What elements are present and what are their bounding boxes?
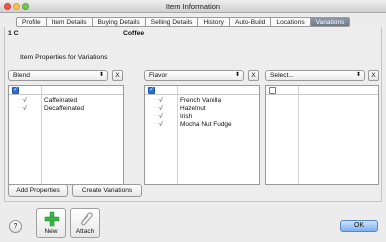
tab-selling-details[interactable]: Selling Details: [146, 18, 199, 26]
select-arrows-icon: ⬍: [355, 72, 361, 78]
property-select-2[interactable]: Flavor ⬍: [144, 70, 244, 81]
list-item[interactable]: √ Irish: [145, 113, 259, 121]
list-item[interactable]: √ Caffeinated: [9, 97, 123, 105]
tab-bar: Profile Item Details Buying Details Sell…: [16, 17, 351, 27]
select-arrows-icon: ⬍: [234, 72, 240, 78]
property-values-list-1: ✓ √ Caffeinated √ Decaffeinated: [8, 85, 124, 185]
tab-item-details[interactable]: Item Details: [47, 18, 93, 26]
add-properties-button[interactable]: Add Properties: [8, 184, 68, 197]
tab-profile[interactable]: Profile: [17, 18, 47, 26]
item-name: Coffee: [123, 30, 145, 37]
select-all-checkbox-2[interactable]: ✓: [148, 87, 155, 94]
tab-history[interactable]: History: [198, 18, 230, 26]
tab-auto-build[interactable]: Auto-Build: [230, 18, 272, 26]
list-header: [266, 86, 378, 95]
list-item-label: Mocha Nut Fudge: [180, 121, 232, 128]
list-item[interactable]: √ Hazelnut: [145, 105, 259, 113]
list-item-label: Caffeinated: [44, 97, 78, 104]
tab-buying-details[interactable]: Buying Details: [93, 18, 146, 26]
attach-button-label: Attach: [75, 228, 95, 235]
check-icon: √: [23, 97, 27, 104]
list-item-label: Decaffeinated: [44, 105, 84, 112]
remove-property-button-2[interactable]: X: [248, 70, 259, 81]
column-divider: [298, 86, 299, 184]
check-icon: √: [159, 97, 163, 104]
check-icon: √: [159, 121, 163, 128]
select-value: Flavor: [149, 72, 168, 79]
green-plus-icon: [44, 211, 60, 227]
list-item[interactable]: √ Decaffeinated: [9, 105, 123, 113]
item-code: 1 C: [8, 30, 19, 37]
paperclip-icon: [81, 212, 93, 226]
list-item-label: French Vanilla: [180, 97, 222, 104]
select-all-checkbox-1[interactable]: ✓: [12, 87, 19, 94]
new-button-label: New: [44, 228, 58, 235]
remove-property-button-3[interactable]: X: [368, 70, 379, 81]
tab-locations[interactable]: Locations: [271, 18, 311, 26]
check-icon: √: [23, 105, 27, 112]
window-title: Item Information: [165, 2, 221, 11]
create-variations-button[interactable]: Create Variations: [72, 184, 142, 197]
list-item[interactable]: √ Mocha Nut Fudge: [145, 121, 259, 129]
check-icon: √: [159, 113, 163, 120]
new-button[interactable]: New: [36, 208, 66, 238]
select-arrows-icon: ⬍: [98, 72, 104, 78]
property-select-3[interactable]: Select... ⬍: [265, 70, 365, 81]
select-value: Blend: [13, 72, 30, 79]
property-select-1[interactable]: Blend ⬍: [8, 70, 108, 81]
select-value: Select...: [270, 72, 294, 79]
tab-variations[interactable]: Variations: [310, 18, 350, 26]
check-icon: √: [159, 105, 163, 112]
list-item-label: Hazelnut: [180, 105, 206, 112]
ok-button[interactable]: OK: [340, 220, 378, 232]
list-item-label: Irish: [180, 113, 193, 120]
property-values-list-2: ✓ √ French Vanilla √ Hazelnut √ Irish √ …: [144, 85, 260, 185]
section-label: Item Properties for Variations: [20, 54, 108, 61]
list-header: [9, 86, 123, 95]
list-item[interactable]: √ French Vanilla: [145, 97, 259, 105]
property-values-list-3: [265, 85, 379, 185]
select-all-checkbox-3[interactable]: [269, 87, 276, 94]
help-button[interactable]: ?: [9, 220, 22, 233]
attach-button[interactable]: Attach: [70, 208, 100, 238]
list-header: [145, 86, 259, 95]
remove-property-button-1[interactable]: X: [112, 70, 123, 81]
